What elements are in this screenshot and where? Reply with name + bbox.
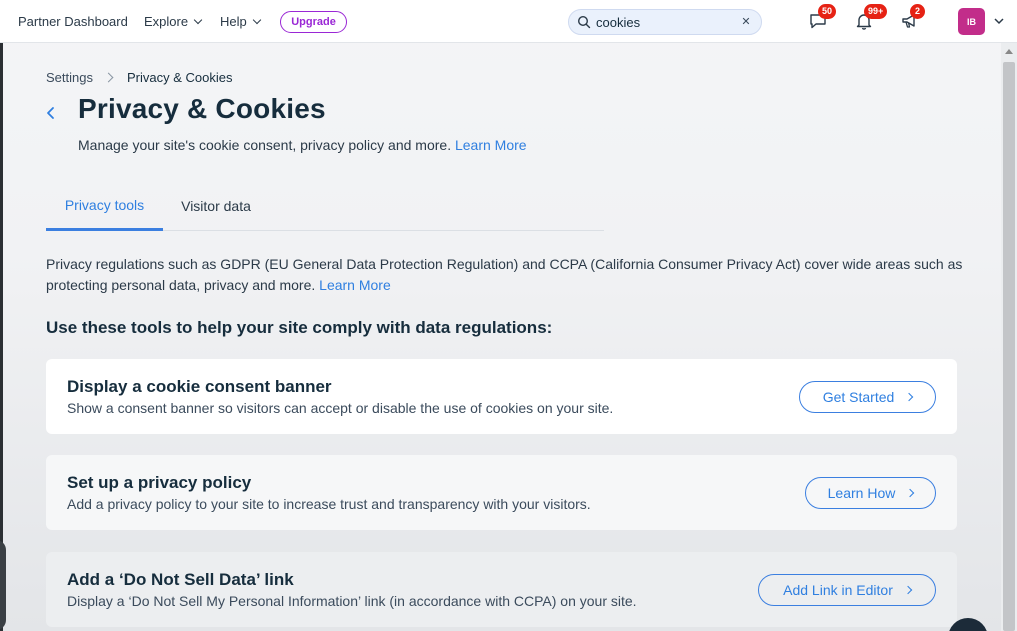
tab-privacy-tools[interactable]: Privacy tools: [46, 181, 163, 231]
breadcrumb-current: Privacy & Cookies: [126, 70, 233, 85]
notifications-button[interactable]: 99+: [854, 4, 888, 33]
learn-how-button[interactable]: Learn How: [805, 477, 936, 509]
close-icon[interactable]: ✕: [740, 16, 752, 28]
do-not-sell-card: Add a ‘Do Not Sell Data’ link Display a …: [46, 552, 957, 627]
page-subtitle: Manage your site's cookie consent, priva…: [78, 137, 527, 153]
chevron-down-icon[interactable]: [994, 17, 1004, 25]
partner-dashboard-link[interactable]: Partner Dashboard: [18, 14, 128, 29]
card-description: Show a consent banner so visitors can ac…: [67, 400, 614, 416]
tab-bar: Privacy tools Visitor data: [46, 181, 604, 231]
avatar[interactable]: IB: [958, 8, 985, 35]
back-arrow-icon[interactable]: [44, 104, 58, 122]
breadcrumb-settings[interactable]: Settings: [46, 70, 93, 85]
breadcrumb: Settings Privacy & Cookies: [46, 70, 232, 85]
partner-dashboard-label: Partner Dashboard: [18, 13, 128, 29]
card-description: Add a privacy policy to your site to inc…: [67, 496, 591, 512]
help-menu[interactable]: Help: [220, 13, 261, 29]
scroll-up-arrow-icon[interactable]: [1005, 49, 1013, 54]
card-title: Set up a privacy policy: [67, 473, 252, 492]
announcements-badge: 2: [910, 4, 925, 19]
scrollbar-thumb[interactable]: [1003, 62, 1015, 631]
get-started-button[interactable]: Get Started: [799, 381, 936, 413]
messages-button[interactable]: 50: [808, 4, 837, 33]
search-box: ✕: [568, 9, 762, 35]
explore-label: Explore: [144, 13, 189, 29]
page-title: Privacy & Cookies: [78, 93, 326, 124]
upgrade-button[interactable]: Upgrade: [280, 11, 347, 33]
tab-visitor-data[interactable]: Visitor data: [163, 181, 269, 231]
chevron-right-icon: [905, 392, 914, 402]
top-bar: Partner Dashboard Explore Help Upgrade ✕…: [0, 0, 1017, 43]
intro-learn-more-link[interactable]: Learn More: [319, 277, 391, 293]
card-description: Display a ‘Do Not Sell My Personal Infor…: [67, 593, 637, 609]
chevron-down-icon: [193, 15, 203, 24]
notifications-badge: 99+: [864, 4, 888, 19]
intro-text: Privacy regulations such as GDPR (EU Gen…: [46, 256, 963, 293]
avatar-initials: IB: [967, 16, 976, 27]
search-icon: [577, 15, 591, 29]
window-edge-shadow: [0, 540, 6, 630]
learn-how-label: Learn How: [827, 485, 896, 501]
tab-visitor-data-label: Visitor data: [181, 198, 251, 214]
help-label: Help: [220, 13, 247, 29]
privacy-policy-card: Set up a privacy policy Add a privacy po…: [46, 455, 957, 530]
search-input[interactable]: [596, 13, 736, 31]
chevron-down-icon: [252, 15, 261, 24]
section-heading: Use these tools to help your site comply…: [46, 318, 553, 337]
page-subtitle-text: Manage your site's cookie consent, priva…: [78, 137, 452, 153]
cookie-banner-card: Display a cookie consent banner Show a c…: [46, 359, 957, 434]
learn-more-link[interactable]: Learn More: [455, 137, 527, 153]
announcements-button[interactable]: 2: [900, 4, 925, 33]
upgrade-label: Upgrade: [291, 16, 336, 28]
get-started-label: Get Started: [822, 389, 895, 405]
add-link-in-editor-button[interactable]: Add Link in Editor: [758, 574, 936, 606]
card-title: Display a cookie consent banner: [67, 377, 332, 396]
messages-badge: 50: [818, 4, 837, 19]
explore-menu[interactable]: Explore: [144, 13, 203, 29]
chevron-right-icon: [906, 488, 915, 498]
tab-privacy-tools-label: Privacy tools: [64, 196, 145, 213]
add-link-in-editor-label: Add Link in Editor: [783, 582, 893, 598]
chevron-right-icon: [903, 585, 913, 595]
intro-paragraph: Privacy regulations such as GDPR (EU Gen…: [46, 254, 966, 296]
card-title: Add a ‘Do Not Sell Data’ link: [67, 570, 294, 589]
chevron-right-icon: [103, 72, 114, 83]
